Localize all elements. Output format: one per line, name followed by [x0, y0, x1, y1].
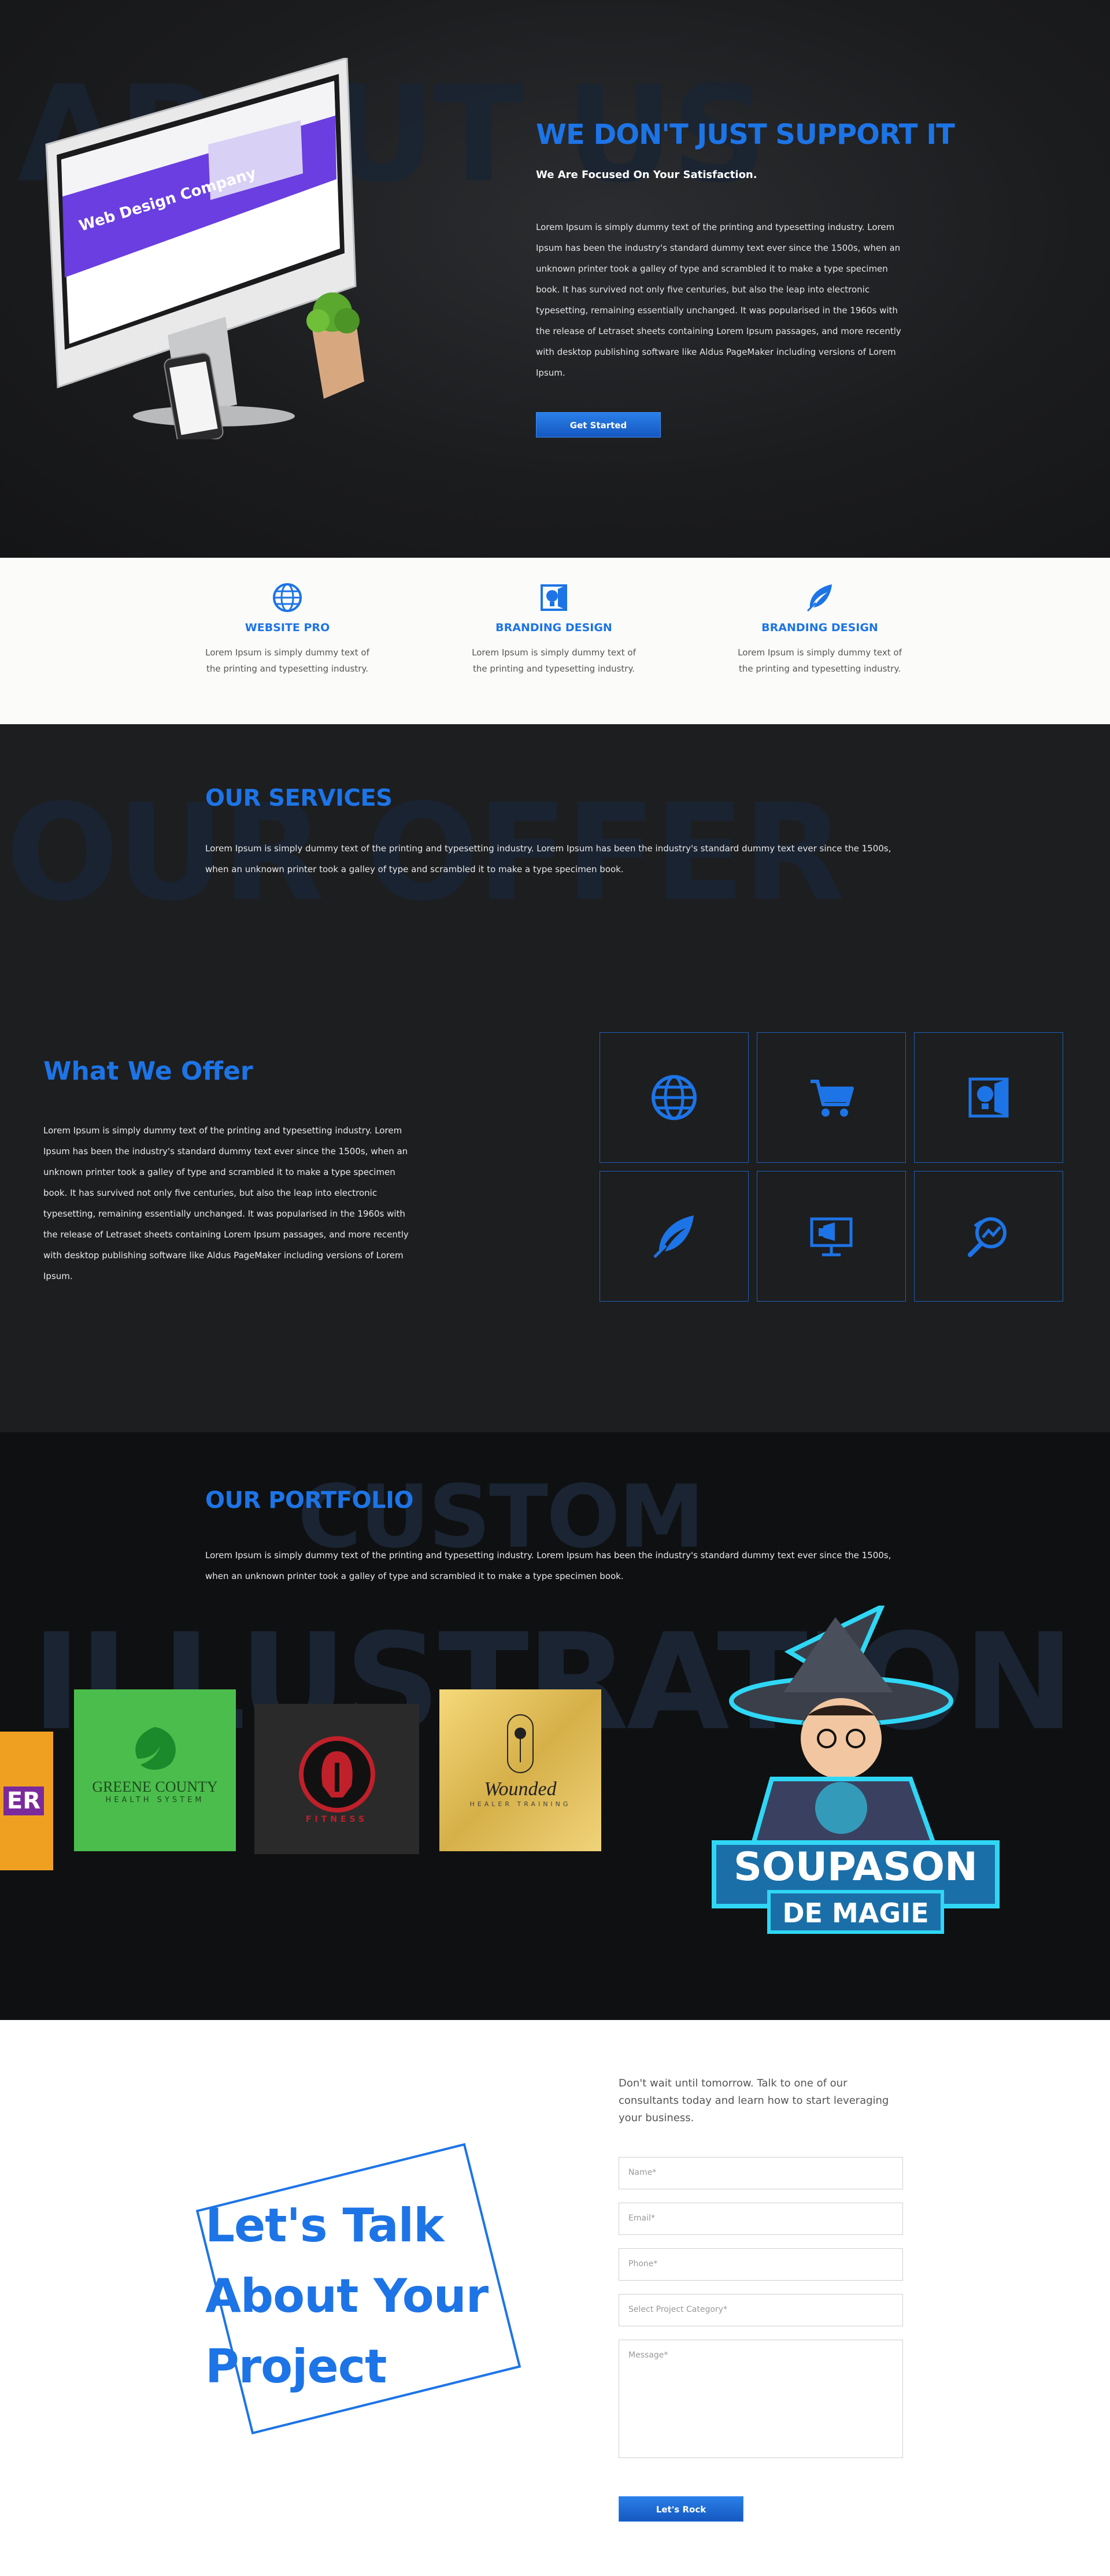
fitness-subtitle: FITNESS — [305, 1815, 368, 1824]
feature-title: BRANDING DESIGN — [761, 621, 878, 634]
greene-county-title: GREENE COUNTY — [92, 1778, 218, 1795]
name-field[interactable]: Name* — [619, 2157, 903, 2189]
tile-partial-text: ER — [3, 1786, 44, 1815]
feather-icon — [806, 584, 832, 612]
features-section: WEBSITE PRO Lorem Ipsum is simply dummy … — [0, 558, 1110, 724]
monitor-illustration: Web Design Company — [45, 58, 364, 439]
portfolio-tile[interactable]: ER — [0, 1732, 53, 1870]
portfolio-tile[interactable]: Wounded HEALER TRAINING — [439, 1689, 601, 1851]
seo-icon — [968, 1217, 1007, 1257]
hero-subtitle: We Are Focused On Your Satisfaction. — [536, 169, 757, 181]
offer-card-seo[interactable] — [914, 1171, 1063, 1302]
wounded-subtitle: HEALER TRAINING — [469, 1800, 571, 1808]
email-field[interactable]: Email* — [619, 2203, 903, 2235]
offer-card-marketing[interactable] — [757, 1171, 906, 1302]
feature-card: WEBSITE PRO Lorem Ipsum is simply dummy … — [201, 582, 374, 677]
branding-icon — [541, 584, 567, 611]
portfolio-tile[interactable]: GREENE COUNTY HEALTH SYSTEM — [74, 1689, 236, 1851]
offer-title: What We Offer — [43, 1057, 253, 1086]
hero-title: WE DON'T JUST SUPPORT IT — [536, 118, 955, 151]
offer-icon-grid — [600, 1032, 1067, 1302]
portfolio-section: CUSTOM ILLUSTRATION OUR PORTFOLIO Lorem … — [0, 1432, 1110, 2020]
project-category-select[interactable]: Select Project Category* — [619, 2294, 903, 2326]
portfolio-body: Lorem Ipsum is simply dummy text of the … — [205, 1550, 891, 1581]
contact-heading: Let's Talk About Your Project — [205, 2190, 489, 2402]
services-section: OUR OFFER OUR SERVICES Lorem Ipsum is si… — [0, 724, 1110, 1432]
services-body: Lorem Ipsum is simply dummy text of the … — [205, 843, 891, 874]
rose-logo-icon — [507, 1714, 534, 1773]
offer-card-design[interactable] — [600, 1171, 749, 1302]
warrior-logo-icon — [298, 1736, 375, 1813]
wizard-mascot-icon: SOUPASON DE MAGIE — [712, 1602, 1000, 1934]
message-field[interactable]: Message* — [619, 2340, 903, 2458]
branding-icon — [968, 1077, 1009, 1118]
feature-title: WEBSITE PRO — [245, 621, 330, 634]
mascot-line2: DE MAGIE — [782, 1897, 928, 1929]
mascot-line1: SOUPASON — [734, 1844, 978, 1890]
contact-section: Let's Talk About Your Project Don't wait… — [0, 2020, 1110, 2576]
cart-icon — [811, 1080, 854, 1117]
mascot-illustration: SOUPASON DE MAGIE — [702, 1602, 1009, 1952]
feature-card: BRANDING DESIGN Lorem Ipsum is simply du… — [467, 582, 641, 677]
feather-icon — [653, 1215, 694, 1258]
portfolio-title: OUR PORTFOLIO — [205, 1487, 414, 1514]
offer-card-web[interactable] — [600, 1032, 749, 1163]
phone-field[interactable]: Phone* — [619, 2248, 903, 2281]
feature-title: BRANDING DESIGN — [495, 621, 612, 634]
leaf-logo-icon — [135, 1727, 176, 1770]
contact-heading-line: Let's Talk — [205, 2199, 444, 2252]
greene-county-subtitle: HEALTH SYSTEM — [105, 1796, 205, 1804]
wounded-title: Wounded — [484, 1778, 557, 1800]
feature-text: Lorem Ipsum is simply dummy text of the … — [472, 647, 636, 674]
services-title: OUR SERVICES — [205, 785, 393, 811]
hero-section: ABOUT US Web Design Company WE DON'T JUS… — [0, 0, 1110, 558]
lets-rock-button[interactable]: Let's Rock — [619, 2496, 743, 2522]
offer-card-branding[interactable] — [914, 1032, 1063, 1163]
contact-intro: Don't wait until tomorrow. Talk to one o… — [619, 2077, 889, 2124]
offer-card-ecommerce[interactable] — [757, 1032, 906, 1163]
globe-icon — [273, 583, 302, 612]
contact-heading-line: Project — [205, 2340, 387, 2393]
contact-heading-line: About Your — [205, 2269, 489, 2323]
feature-card: BRANDING DESIGN Lorem Ipsum is simply du… — [733, 582, 906, 677]
portfolio-tile[interactable]: FITNESS — [254, 1704, 419, 1854]
get-started-button[interactable]: Get Started — [536, 412, 661, 438]
hero-body: Lorem Ipsum is simply dummy text of the … — [536, 222, 901, 378]
feature-text: Lorem Ipsum is simply dummy text of the … — [205, 647, 369, 674]
feature-text: Lorem Ipsum is simply dummy text of the … — [738, 647, 902, 674]
presentation-icon — [810, 1217, 853, 1257]
globe-icon — [652, 1075, 697, 1120]
offer-body: Lorem Ipsum is simply dummy text of the … — [43, 1125, 409, 1281]
